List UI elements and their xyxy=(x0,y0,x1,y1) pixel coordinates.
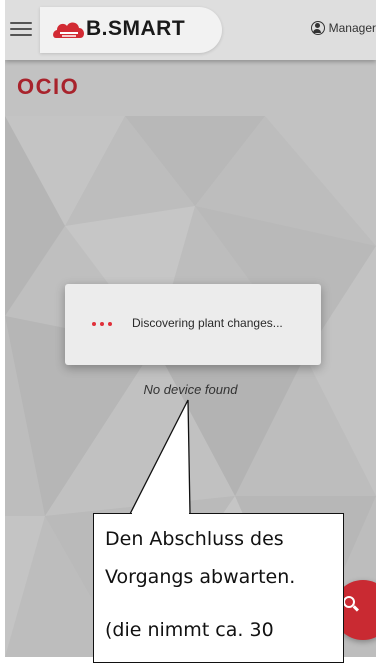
screenshot-frame: B.SMART Manager OCIO Discovering plant c… xyxy=(0,0,376,663)
callout-line-1: Den Abschluss des xyxy=(105,528,284,550)
callout-box: Den Abschluss des Vorgangs abwarten. (di… xyxy=(93,513,344,663)
callout-line-2: Vorgangs abwarten. xyxy=(105,566,296,588)
callout-seam xyxy=(132,512,189,515)
callout-line-3: (die nimmt ca. 30 xyxy=(105,619,274,641)
